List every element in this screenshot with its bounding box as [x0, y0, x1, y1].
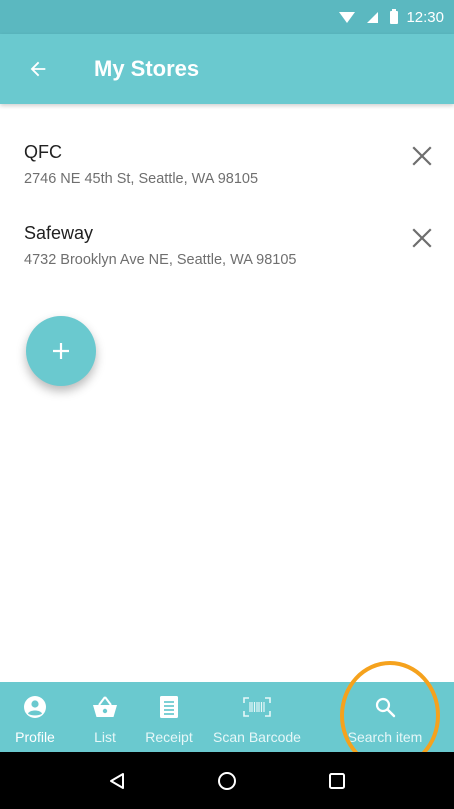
remove-store-button[interactable] — [410, 226, 434, 250]
receipt-icon — [159, 694, 179, 720]
system-nav-bar — [0, 752, 454, 809]
bottom-nav: Profile List Receipt Scan Barcode Search… — [0, 682, 454, 752]
home-circle-icon — [218, 771, 236, 790]
close-icon — [412, 228, 432, 248]
wifi-icon — [339, 11, 356, 23]
nav-item-receipt[interactable]: Receipt — [140, 682, 198, 752]
plus-icon — [53, 343, 69, 359]
store-item-qfc[interactable]: QFC 2746 NE 45th St, Seattle, WA 98105 — [0, 104, 454, 200]
store-list: QFC 2746 NE 45th St, Seattle, WA 98105 S… — [0, 104, 454, 296]
nav-label: Receipt — [145, 729, 193, 745]
status-bar: 12:30 — [0, 0, 454, 34]
system-recents-button[interactable] — [317, 761, 357, 801]
back-button[interactable] — [20, 51, 56, 87]
store-name: QFC — [24, 142, 62, 162]
nav-item-profile[interactable]: Profile — [0, 682, 70, 752]
store-item-safeway[interactable]: Safeway 4732 Brooklyn Ave NE, Seattle, W… — [0, 200, 454, 296]
search-icon — [374, 694, 396, 720]
close-icon — [412, 146, 432, 166]
arrow-back-icon — [30, 61, 46, 77]
app-bar: My Stores — [0, 34, 454, 104]
nav-item-search-item[interactable]: Search item — [316, 682, 454, 752]
system-home-button[interactable] — [207, 761, 247, 801]
system-back-button[interactable] — [97, 761, 137, 801]
signal-icon — [367, 11, 379, 23]
remove-store-button[interactable] — [410, 144, 434, 168]
basket-icon — [91, 694, 119, 720]
battery-icon — [390, 8, 399, 24]
back-triangle-icon — [110, 772, 124, 789]
nav-label: Scan Barcode — [213, 729, 301, 745]
store-name: Safeway — [24, 223, 94, 243]
nav-label: Profile — [15, 729, 55, 745]
add-store-button[interactable] — [26, 316, 96, 386]
page-title: My Stores — [94, 56, 200, 81]
nav-label: Search item — [347, 729, 423, 745]
status-time: 12:30 — [406, 8, 444, 26]
account-circle-icon — [23, 694, 47, 720]
nav-item-list[interactable]: List — [70, 682, 140, 752]
store-address: 2746 NE 45th St, Seattle, WA 98105 — [24, 171, 259, 187]
store-address: 4732 Brooklyn Ave NE, Seattle, WA 98105 — [24, 252, 297, 268]
app-screen: 12:30 My Stores QFC 2746 NE 45th St, Sea… — [0, 0, 454, 809]
nav-label: List — [94, 729, 116, 745]
barcode-scan-icon — [242, 694, 272, 720]
nav-item-scan-barcode[interactable]: Scan Barcode — [198, 682, 316, 752]
recents-square-icon — [329, 772, 345, 789]
